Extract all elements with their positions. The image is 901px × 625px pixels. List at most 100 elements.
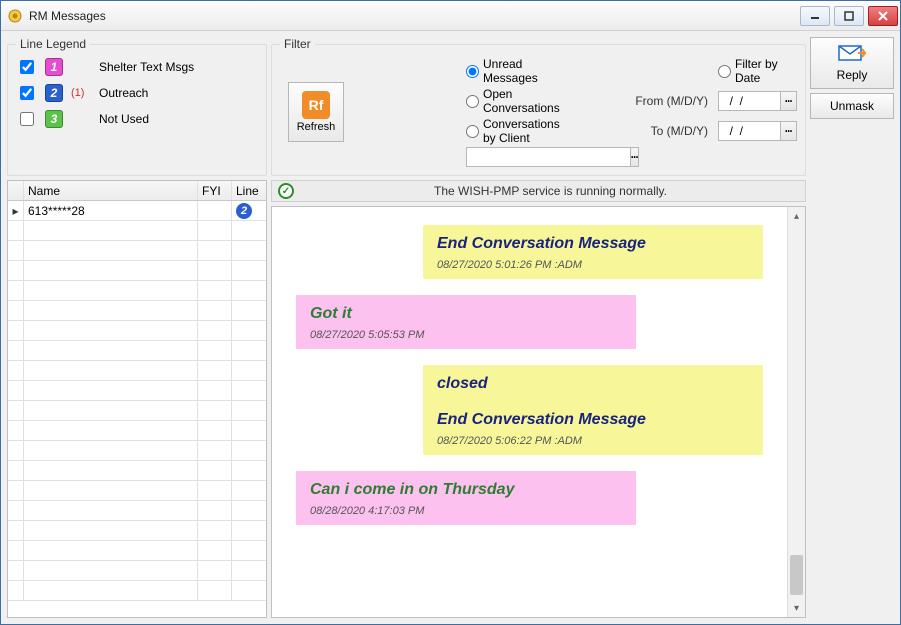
table-row[interactable] [8,401,266,421]
cell-line: 2 [232,201,266,220]
contacts-grid: Name FYI Line ▸613*****28 2 [7,180,267,618]
table-row[interactable] [8,501,266,521]
table-row[interactable] [8,321,266,341]
legend-label: Outreach [99,86,148,100]
radio-open-label: Open Conversations [483,87,560,115]
radio-unread[interactable]: Unread Messages [466,57,556,85]
table-row[interactable] [8,241,266,261]
refresh-icon: Rf [302,91,330,119]
unmask-button[interactable]: Unmask [810,93,894,119]
radio-filter-by-date[interactable]: Filter by Date [718,57,797,85]
from-label: From (M/D/Y) [562,94,712,108]
line-badge-icon: 3 [45,110,63,128]
table-row[interactable] [8,301,266,321]
legend-line-checkbox[interactable] [20,112,34,126]
line-legend-group: Line Legend 1 Shelter Text Msgs 2 (1) Outrea… [7,37,267,176]
maximize-button[interactable] [834,6,864,26]
legend-row: 3 Not Used [16,109,258,129]
window-title: RM Messages [29,9,106,23]
message-timestamp: 08/27/2020 5:06:22 PM :ADM [437,435,749,447]
table-row[interactable] [8,421,266,441]
legend-label: Shelter Text Msgs [99,60,194,74]
message-timestamp: 08/27/2020 5:05:53 PM [310,329,622,341]
actions-panel: Reply Unmask [810,37,894,618]
table-row[interactable]: ▸613*****28 2 [8,201,266,221]
cell-fyi [198,201,232,220]
message-outgoing: End Conversation Message 08/27/2020 5:01:… [423,225,763,279]
message-text: End Conversation Message [437,235,749,253]
legend-label: Not Used [99,112,149,126]
cell-name: 613*****28 [24,201,198,220]
col-fyi[interactable]: FYI [198,181,232,200]
line-legend-title: Line Legend [16,37,90,51]
message-text: Got it [310,305,622,323]
message-timestamp: 08/27/2020 5:01:26 PM :ADM [437,259,749,271]
table-row[interactable] [8,361,266,381]
app-window: RM Messages Line Legend 1 Shelter Text Ms… [0,0,901,625]
message-incoming: Got it 08/27/2020 5:05:53 PM [296,295,636,349]
message-incoming: Can i come in on Thursday 08/28/2020 4:17… [296,471,636,525]
table-row[interactable] [8,381,266,401]
message-timestamp: 08/28/2020 4:17:03 PM [310,505,622,517]
to-date-picker-button[interactable]: … [781,121,797,141]
to-label: To (M/D/Y) [562,124,712,138]
message-text: closed End Conversation Message [437,375,749,429]
radio-by-client[interactable]: Conversations by Client [466,117,556,145]
table-row[interactable] [8,221,266,241]
close-button[interactable] [868,6,898,26]
row-indicator-icon: ▸ [8,201,24,220]
window-controls [800,6,898,26]
conversation-panel: End Conversation Message 08/27/2020 5:01:… [271,206,806,618]
status-ok-icon: ✓ [278,183,294,199]
scroll-down-button[interactable]: ▾ [788,599,805,617]
table-row[interactable] [8,481,266,501]
filter-group: Filter Unread Messages Filter by Date Rf… [271,37,806,176]
scroll-thumb[interactable] [790,555,803,595]
legend-count: (1) [71,87,91,99]
grid-header: Name FYI Line [8,181,266,201]
message-text: Can i come in on Thursday [310,481,622,499]
radio-filter-by-date-label: Filter by Date [735,57,797,85]
table-row[interactable] [8,461,266,481]
conversation-scrollbar[interactable]: ▴ ▾ [787,207,805,617]
legend-line-checkbox[interactable] [20,60,34,74]
from-date-picker-button[interactable]: … [781,91,797,111]
scroll-up-button[interactable]: ▴ [788,207,805,225]
unmask-label: Unmask [830,99,874,113]
to-date-input[interactable] [718,121,781,141]
client-combo-input[interactable] [466,147,631,167]
app-icon [7,8,23,24]
table-row[interactable] [8,541,266,561]
refresh-button[interactable]: Rf Refresh [288,82,344,142]
col-name[interactable]: Name [24,181,198,200]
client-combo-button[interactable]: … [631,147,639,167]
line-badge-icon: 1 [45,58,63,76]
table-row[interactable] [8,581,266,601]
radio-unread-label: Unread Messages [483,57,556,85]
from-date-input[interactable] [718,91,781,111]
status-text: The WISH-PMP service is running normally… [302,184,799,198]
message-outgoing: closed End Conversation Message 08/27/202… [423,365,763,455]
table-row[interactable] [8,261,266,281]
minimize-button[interactable] [800,6,830,26]
table-row[interactable] [8,441,266,461]
filter-title: Filter [280,37,315,51]
legend-row: 1 Shelter Text Msgs [16,57,258,77]
radio-open[interactable]: Open Conversations [466,87,556,115]
table-row[interactable] [8,561,266,581]
table-row[interactable] [8,341,266,361]
legend-line-checkbox[interactable] [20,86,34,100]
status-bar: ✓ The WISH-PMP service is running normal… [271,180,806,202]
reply-button[interactable]: Reply [810,37,894,89]
scroll-track[interactable] [788,225,805,599]
table-row[interactable] [8,521,266,541]
legend-row: 2 (1) Outreach [16,83,258,103]
table-row[interactable] [8,281,266,301]
line-badge-icon: 2 [45,84,63,102]
title-bar: RM Messages [1,1,900,31]
conversation-scroll[interactable]: End Conversation Message 08/27/2020 5:01:… [272,207,787,617]
reply-label: Reply [837,68,868,82]
col-line[interactable]: Line [232,181,266,200]
radio-by-client-label: Conversations by Client [483,117,560,145]
envelope-icon [838,45,866,66]
